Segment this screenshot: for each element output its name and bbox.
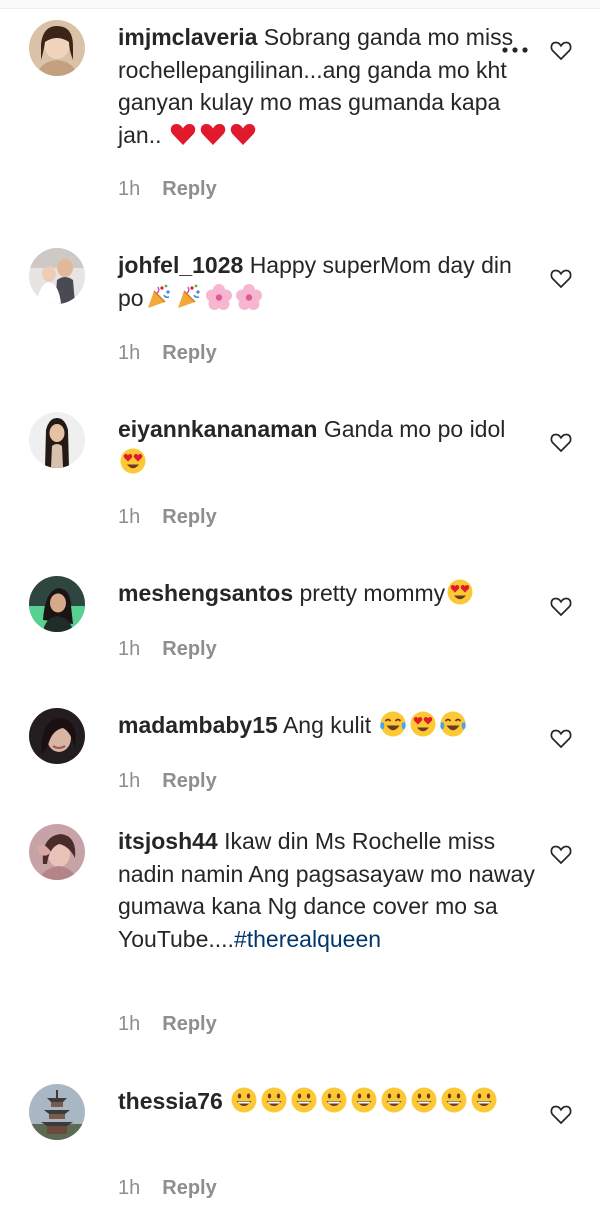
comment-text: itsjosh44 Ikaw din Ms Rochelle miss nadi…: [118, 825, 538, 955]
party-popper-emoji: [174, 284, 204, 311]
comment-meta: 1h Reply: [118, 1013, 217, 1036]
more-options-icon[interactable]: [500, 45, 530, 55]
avatar[interactable]: [29, 248, 85, 304]
grinning-emoji: [469, 1087, 499, 1114]
comment-username[interactable]: imjmclaveria: [118, 24, 257, 50]
comment-time: 1h: [118, 506, 141, 528]
cherry-blossom-emoji: [204, 283, 234, 311]
top-divider: [0, 0, 600, 9]
reply-button[interactable]: Reply: [162, 342, 216, 364]
avatar[interactable]: [29, 412, 85, 468]
comment-time: 1h: [118, 1013, 141, 1035]
comment-text: eiyannkananaman Ganda mo po idol: [118, 413, 538, 478]
comment-body: Ang kulit: [282, 712, 372, 738]
comment-meta: 1h Reply: [118, 770, 217, 793]
heart-outline-icon[interactable]: [549, 726, 573, 750]
comment-username[interactable]: meshengsantos: [118, 580, 293, 606]
reply-button[interactable]: Reply: [162, 1013, 216, 1035]
comment-time: 1h: [118, 638, 141, 660]
comment-time: 1h: [118, 770, 141, 792]
reply-button[interactable]: Reply: [162, 770, 216, 792]
comment-text: johfel_1028 Happy superMom day din po: [118, 249, 538, 314]
tears-of-joy-emoji: [438, 711, 468, 738]
grinning-emoji: [259, 1087, 289, 1114]
reply-button[interactable]: Reply: [162, 638, 216, 660]
comment-time: 1h: [118, 342, 141, 364]
heart-eyes-emoji: [408, 711, 438, 738]
comment-meta: 1h Reply: [118, 1177, 217, 1200]
grinning-emoji: [289, 1087, 319, 1114]
red-heart-emoji: [198, 122, 228, 148]
comment-username[interactable]: itsjosh44: [118, 828, 218, 854]
red-heart-emoji: [228, 122, 258, 148]
grinning-emoji: [379, 1087, 409, 1114]
comment-text: imjmclaveria Sobrang ganda mo miss roche…: [118, 21, 538, 151]
comment-time: 1h: [118, 1177, 141, 1199]
avatar[interactable]: [29, 576, 85, 632]
cherry-blossom-emoji: [234, 283, 264, 311]
comment-username[interactable]: thessia76: [118, 1088, 223, 1114]
heart-outline-icon[interactable]: [549, 38, 573, 62]
comment-body: pretty mommy: [299, 580, 446, 606]
heart-eyes-emoji: [118, 448, 148, 475]
grinning-emoji: [319, 1087, 349, 1114]
comment-meta: 1h Reply: [118, 178, 217, 201]
comment-text: thessia76: [118, 1085, 538, 1118]
avatar[interactable]: [29, 1084, 85, 1140]
heart-outline-icon[interactable]: [549, 842, 573, 866]
avatar[interactable]: [29, 708, 85, 764]
comment-username[interactable]: madambaby15: [118, 712, 278, 738]
hashtag-link[interactable]: #therealqueen: [234, 926, 381, 952]
comment-meta: 1h Reply: [118, 638, 217, 661]
heart-eyes-emoji: [445, 579, 475, 606]
comment-meta: 1h Reply: [118, 506, 217, 529]
grinning-emoji: [229, 1087, 259, 1114]
comment-body: Ganda mo po idol: [323, 416, 506, 442]
party-popper-emoji: [144, 284, 174, 311]
comment-text: madambaby15 Ang kulit: [118, 709, 538, 742]
comment-username[interactable]: johfel_1028: [118, 252, 243, 278]
red-heart-emoji: [168, 122, 198, 148]
heart-outline-icon[interactable]: [549, 1102, 573, 1126]
grinning-emoji: [439, 1087, 469, 1114]
comment-time: 1h: [118, 178, 141, 200]
reply-button[interactable]: Reply: [162, 1177, 216, 1199]
heart-outline-icon[interactable]: [549, 430, 573, 454]
tears-of-joy-emoji: [378, 711, 408, 738]
heart-outline-icon[interactable]: [549, 266, 573, 290]
avatar[interactable]: [29, 20, 85, 76]
grinning-emoji: [409, 1087, 439, 1114]
comment-text: meshengsantos pretty mommy: [118, 577, 538, 610]
reply-button[interactable]: Reply: [162, 178, 216, 200]
comment-username[interactable]: eiyannkananaman: [118, 416, 317, 442]
reply-button[interactable]: Reply: [162, 506, 216, 528]
avatar[interactable]: [29, 824, 85, 880]
comment-meta: 1h Reply: [118, 342, 217, 365]
heart-outline-icon[interactable]: [549, 594, 573, 618]
grinning-emoji: [349, 1087, 379, 1114]
